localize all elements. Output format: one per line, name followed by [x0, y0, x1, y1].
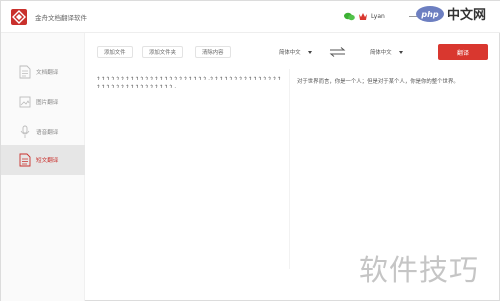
- target-language-select[interactable]: 简体中文: [370, 46, 403, 58]
- add-file-button[interactable]: 添加文件: [97, 46, 133, 58]
- chevron-down-icon: [398, 50, 403, 54]
- sidebar-item-voice-translate[interactable]: 语音翻译: [1, 117, 85, 147]
- voice-icon: [20, 125, 30, 138]
- sidebar: 文档翻译 图片翻译 语音翻译 短文翻译: [1, 33, 85, 301]
- title-bar: 金舟文档翻译软件 Lyan php 中文网: [1, 1, 500, 33]
- translation-result-area: 对于世界而言，你是一个人；但是对于某个人，你是你的整个世界。: [297, 79, 459, 85]
- text-icon: [19, 153, 31, 167]
- sidebar-item-label: 文档翻译: [36, 70, 59, 76]
- target-language-value: 简体中文: [370, 50, 392, 56]
- source-language-value: 简体中文: [279, 50, 301, 56]
- panel-divider: [289, 69, 290, 269]
- sidebar-item-label: 短文翻译: [36, 158, 59, 164]
- app-title: 金舟文档翻译软件: [35, 14, 87, 22]
- sidebar-item-image-translate[interactable]: 图片翻译: [1, 87, 85, 117]
- watermark-logo: php 中文网: [416, 6, 486, 23]
- chevron-down-icon: [307, 50, 312, 54]
- document-icon: [19, 65, 31, 79]
- clear-content-button[interactable]: 清除内容: [195, 46, 231, 58]
- source-text-area[interactable]: ጎ ጎ ጎ ጎ ጎ ጎ ጎ ጎ ጎ ጎ ጎ ጎ ጎ ጎ ጎ ጎ ጎ ጎ ጎ ጎ …: [97, 75, 283, 91]
- app-logo-icon: [11, 9, 27, 25]
- vip-crown-icon: [359, 12, 367, 20]
- sidebar-item-short-text-translate[interactable]: 短文翻译: [1, 145, 85, 175]
- add-folder-button[interactable]: 添加文件夹: [142, 46, 183, 58]
- sidebar-item-document-translate[interactable]: 文档翻译: [1, 57, 85, 87]
- user-name: Lyan: [371, 12, 385, 20]
- image-icon: [19, 96, 31, 108]
- translate-button[interactable]: 翻译: [438, 44, 488, 60]
- sidebar-item-label: 图片翻译: [36, 100, 59, 106]
- sidebar-item-label: 语音翻译: [36, 130, 59, 136]
- swap-languages-icon[interactable]: [329, 46, 346, 58]
- user-area[interactable]: Lyan: [344, 10, 385, 22]
- svg-text:php: php: [420, 10, 438, 19]
- wechat-icon: [344, 12, 355, 20]
- svg-text:中文网: 中文网: [447, 7, 486, 23]
- app-window: 金舟文档翻译软件 Lyan php 中文网 文档翻译 图片翻译 语音翻译 短文翻…: [0, 0, 500, 301]
- watermark-text: 软件技巧: [359, 253, 480, 287]
- source-language-select[interactable]: 简体中文: [279, 46, 312, 58]
